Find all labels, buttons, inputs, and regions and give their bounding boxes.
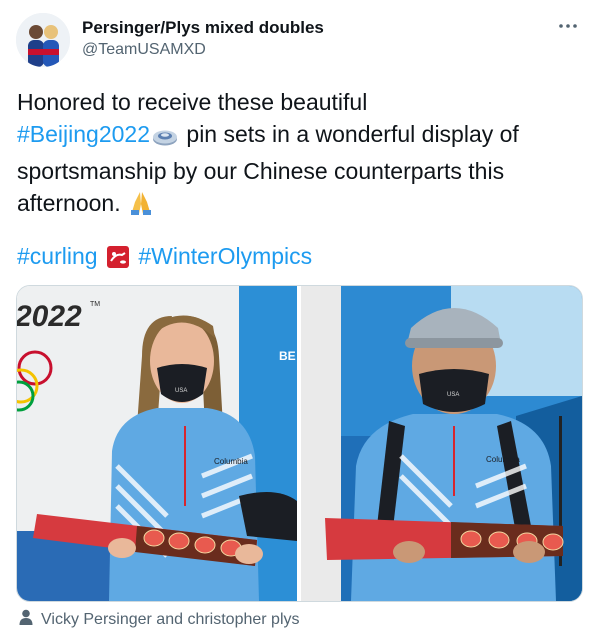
signage-2022-text: 2022 <box>17 300 82 333</box>
media-grid: BE 2022 TM USA Columbia USA Columbia <box>16 285 583 602</box>
author-handle[interactable]: @TeamUSAMXD <box>82 41 206 59</box>
person-icon <box>19 609 33 630</box>
mask-text: USA <box>175 388 187 394</box>
folded-hands-emoji <box>129 190 153 224</box>
hashtag-winterolympics[interactable]: #WinterOlympics <box>138 243 312 269</box>
tweet-text: Honored to receive these beautiful #Beij… <box>17 86 587 277</box>
more-horizontal-icon <box>559 24 577 28</box>
tweet-line-3: sportsmanship by our Chinese counterpart… <box>17 158 505 184</box>
hashtag-beijing2022[interactable]: #Beijing2022 <box>17 121 150 147</box>
hashtag-curling[interactable]: #curling <box>17 243 98 269</box>
tweet-hashtag-line: #curling #WinterOlympics <box>17 240 587 277</box>
trademark-text: TM <box>90 301 100 308</box>
mask-text-right: USA <box>447 392 459 398</box>
tweet-line-1: Honored to receive these beautiful <box>17 89 368 115</box>
wall-sign-text: BE <box>279 349 296 363</box>
tweet-line-2-rest: pin sets in a wonderful display of <box>180 121 519 147</box>
photo-man-holding-pin-set[interactable]: USA Columbia <box>301 286 582 601</box>
more-options-button[interactable] <box>556 14 580 38</box>
photo-woman-holding-pin-set[interactable]: BE 2022 TM USA Columbia <box>17 286 297 601</box>
tweet-line-4-text: afternoon. <box>17 190 121 216</box>
curling-pictogram-emoji <box>106 245 130 277</box>
author-display-name[interactable]: Persinger/Plys mixed doubles <box>82 18 324 38</box>
tweet-line-2: #Beijing2022 pin sets in a wonderful dis… <box>17 118 587 155</box>
tagged-people[interactable]: Vicky Persinger and christopher plys <box>19 609 300 630</box>
tagged-people-text: Vicky Persinger and christopher plys <box>41 610 300 628</box>
jacket-brand-text: Columbia <box>214 457 248 466</box>
photo-right-image: USA Columbia <box>301 286 582 601</box>
tweet-line-4: afternoon. <box>17 187 587 224</box>
photo-left-image: BE 2022 TM USA Columbia <box>17 286 297 601</box>
curling-stone-emoji <box>152 123 178 155</box>
team-usa-avatar-icon <box>16 13 70 67</box>
author-avatar[interactable] <box>16 13 70 67</box>
jacket-brand-text-right: Columbia <box>486 455 520 464</box>
